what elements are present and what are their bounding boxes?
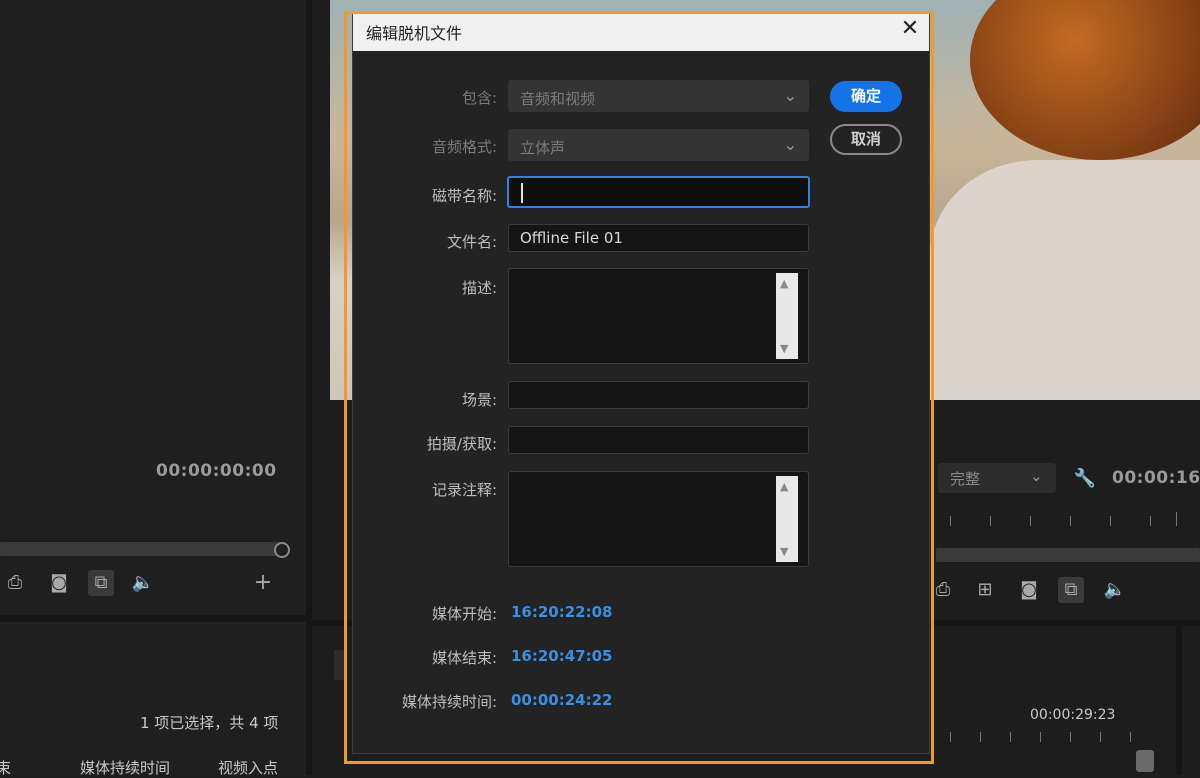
source-timecode: 00:00:00:00	[156, 461, 277, 481]
compare-view-icon[interactable]: ⧉	[88, 570, 114, 596]
zoom-level-select[interactable]: 完整 ⌄	[938, 463, 1056, 493]
chevron-down-icon: ⌄	[1030, 467, 1043, 485]
export-frame-icon[interactable]: ⎙	[2, 570, 28, 596]
timeline-ruler[interactable]	[940, 728, 1160, 742]
panel-divider	[0, 615, 312, 622]
source-monitor-panel	[0, 0, 306, 615]
timeline-play-icon[interactable]	[334, 650, 344, 680]
highlight-frame	[344, 11, 934, 764]
program-scrub-bar[interactable]	[936, 548, 1200, 562]
speaker-icon[interactable]: 🔈	[130, 570, 156, 596]
zoom-level-value: 完整	[950, 470, 981, 488]
wrench-icon[interactable]: 🔧	[1072, 466, 1098, 492]
source-zoom-handle[interactable]	[274, 542, 290, 558]
program-ruler[interactable]	[946, 512, 1186, 528]
speaker-icon[interactable]: 🔈	[1102, 577, 1128, 603]
video-skatepark	[930, 160, 1200, 400]
camera-icon[interactable]: ◙	[1016, 577, 1042, 603]
timeline-scroll-handle[interactable]	[1136, 750, 1154, 772]
source-scrub-bar[interactable]	[0, 542, 280, 556]
timeline-timecode: 00:00:29:23	[1030, 707, 1116, 723]
compare-view-icon[interactable]: ⧉	[1058, 577, 1084, 603]
multi-camera-icon[interactable]: ⊞	[972, 577, 998, 603]
project-panel	[0, 622, 306, 775]
camera-icon[interactable]: ◙	[46, 570, 72, 596]
panel-divider	[306, 0, 312, 775]
panel-divider	[1176, 626, 1182, 775]
program-timecode: 00:00:16:0	[1112, 468, 1200, 488]
selection-status: 1 项已选择，共 4 项	[140, 714, 279, 732]
video-tree	[970, 0, 1200, 160]
add-button-icon[interactable]: +	[250, 570, 276, 596]
